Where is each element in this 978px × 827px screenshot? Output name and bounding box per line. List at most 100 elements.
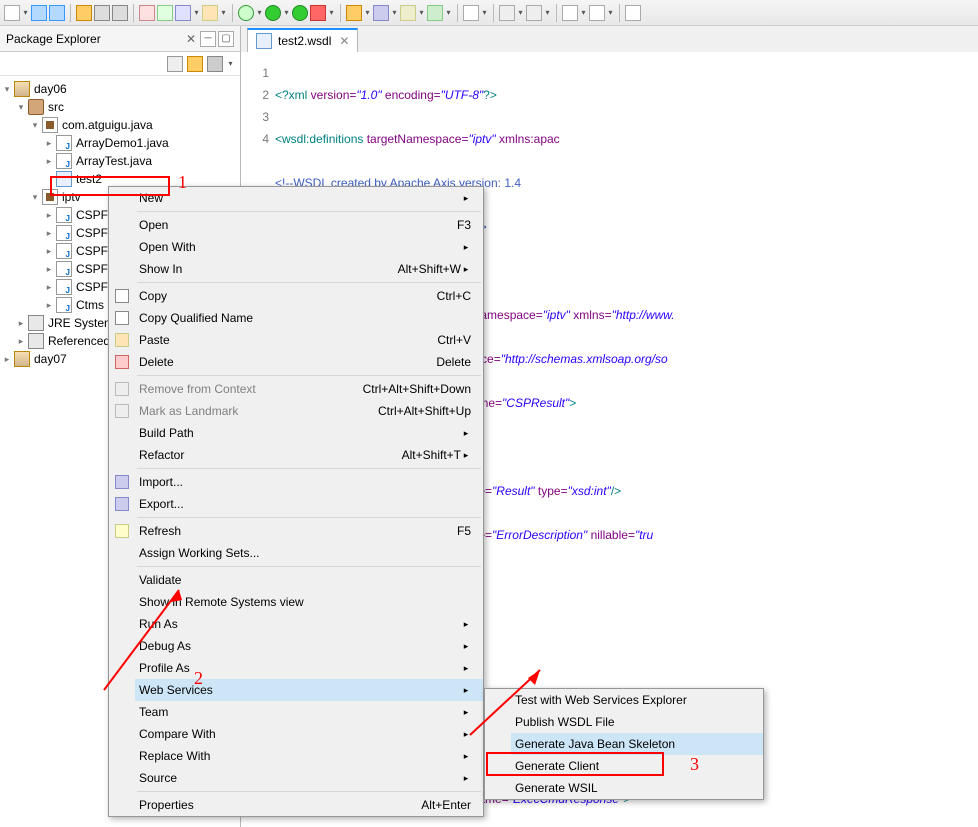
view-menu-icon[interactable]: ▾ xyxy=(227,56,234,72)
landmark-icon xyxy=(115,404,129,418)
tool-icon[interactable] xyxy=(400,5,416,21)
web-services-submenu: Test with Web Services Explorer Publish … xyxy=(484,688,764,800)
run-icon[interactable] xyxy=(265,5,281,21)
view-toolbar: ▾ xyxy=(0,52,240,76)
menu-assign-ws[interactable]: Assign Working Sets... xyxy=(109,542,483,564)
menu-profile-as[interactable]: Profile As▸ xyxy=(109,657,483,679)
menu-source[interactable]: Source▸ xyxy=(109,767,483,789)
minimize-icon[interactable]: ─ xyxy=(200,31,216,47)
menu-remove-context: Remove from ContextCtrl+Alt+Shift+Down xyxy=(109,378,483,400)
menu-open[interactable]: OpenF3 xyxy=(109,214,483,236)
back-icon[interactable] xyxy=(562,5,578,21)
menu-show-in[interactable]: Show InAlt+Shift+W▸ xyxy=(109,258,483,280)
tool-icon[interactable] xyxy=(76,5,92,21)
annotation-label-1: 1 xyxy=(178,172,187,193)
package-node[interactable]: ▾com.atguigu.java xyxy=(0,116,240,134)
menu-refresh[interactable]: RefreshF5 xyxy=(109,520,483,542)
menu-show-rsv[interactable]: Show in Remote Systems view xyxy=(109,591,483,613)
close-tab-icon[interactable]: ✕ xyxy=(335,34,349,48)
annotation-label-2: 2 xyxy=(194,668,203,689)
link-editor-icon[interactable] xyxy=(187,56,203,72)
stop-icon[interactable] xyxy=(310,5,326,21)
menu-import[interactable]: Import... xyxy=(109,471,483,493)
collapse-all-icon[interactable] xyxy=(167,56,183,72)
menu-replace[interactable]: Replace With▸ xyxy=(109,745,483,767)
submenu-publish-wsdl[interactable]: Publish WSDL File xyxy=(485,711,763,733)
tool-icon[interactable] xyxy=(526,5,542,21)
menu-run-as[interactable]: Run As▸ xyxy=(109,613,483,635)
annotation-label-3: 3 xyxy=(690,754,699,775)
menu-mark-landmark: Mark as LandmarkCtrl+Alt+Shift+Up xyxy=(109,400,483,422)
menu-properties[interactable]: PropertiesAlt+Enter xyxy=(109,794,483,816)
submenu-gen-wsil[interactable]: Generate WSIL xyxy=(485,777,763,799)
import-icon xyxy=(115,475,129,489)
tool-icon[interactable] xyxy=(427,5,443,21)
menu-paste[interactable]: PasteCtrl+V xyxy=(109,329,483,351)
menu-export[interactable]: Export... xyxy=(109,493,483,515)
tool-icon[interactable] xyxy=(373,5,389,21)
dropdown-icon[interactable]: ▾ xyxy=(607,5,614,21)
submenu-gen-client[interactable]: Generate Client xyxy=(485,755,763,777)
debug-icon[interactable] xyxy=(238,5,254,21)
submenu-test-ws[interactable]: Test with Web Services Explorer xyxy=(485,689,763,711)
editor-tab[interactable]: test2.wsdl ✕ xyxy=(247,28,358,52)
save-icon[interactable] xyxy=(31,5,47,21)
dropdown-icon[interactable]: ▾ xyxy=(517,5,524,21)
menu-debug-as[interactable]: Debug As▸ xyxy=(109,635,483,657)
menu-open-with[interactable]: Open With▸ xyxy=(109,236,483,258)
tool-icon[interactable] xyxy=(202,5,218,21)
tool-icon[interactable] xyxy=(175,5,191,21)
new-icon[interactable] xyxy=(4,5,20,21)
menu-new[interactable]: New▸ xyxy=(109,187,483,209)
run-last-icon[interactable] xyxy=(292,5,308,21)
menu-team[interactable]: Team▸ xyxy=(109,701,483,723)
tool-icon[interactable] xyxy=(157,5,173,21)
tool-icon[interactable] xyxy=(94,5,110,21)
dropdown-icon[interactable]: ▾ xyxy=(193,5,200,21)
dropdown-icon[interactable]: ▾ xyxy=(544,5,551,21)
submenu-gen-skeleton[interactable]: Generate Java Bean Skeleton xyxy=(485,733,763,755)
menu-copy-qname[interactable]: Copy Qualified Name xyxy=(109,307,483,329)
menu-build-path[interactable]: Build Path▸ xyxy=(109,422,483,444)
view-header: Package Explorer ✕ ─ ▢ xyxy=(0,26,240,52)
tool-icon[interactable] xyxy=(112,5,128,21)
menu-refactor[interactable]: RefactorAlt+Shift+T▸ xyxy=(109,444,483,466)
dropdown-icon[interactable]: ▾ xyxy=(256,5,263,21)
view-title: Package Explorer xyxy=(6,32,182,46)
export-icon xyxy=(115,497,129,511)
pin-icon[interactable] xyxy=(625,5,641,21)
close-icon[interactable]: ✕ xyxy=(182,32,200,46)
focus-task-icon[interactable] xyxy=(207,56,223,72)
copy-icon xyxy=(115,311,129,325)
menu-copy[interactable]: CopyCtrl+C xyxy=(109,285,483,307)
dropdown-icon[interactable]: ▾ xyxy=(391,5,398,21)
copy-icon xyxy=(115,289,129,303)
context-menu: New▸ OpenF3 Open With▸ Show InAlt+Shift+… xyxy=(108,186,484,817)
src-node[interactable]: ▾src xyxy=(0,98,240,116)
forward-icon[interactable] xyxy=(589,5,605,21)
dropdown-icon[interactable]: ▾ xyxy=(283,5,290,21)
search-icon[interactable] xyxy=(463,5,479,21)
dropdown-icon[interactable]: ▾ xyxy=(364,5,371,21)
dropdown-icon[interactable]: ▾ xyxy=(328,5,335,21)
tool-icon[interactable] xyxy=(139,5,155,21)
project-node[interactable]: ▾day06 xyxy=(0,80,240,98)
new-server-icon[interactable] xyxy=(346,5,362,21)
menu-delete[interactable]: DeleteDelete xyxy=(109,351,483,373)
dropdown-icon[interactable]: ▾ xyxy=(445,5,452,21)
java-file[interactable]: ▸ArrayDemo1.java xyxy=(0,134,240,152)
java-file[interactable]: ▸ArrayTest.java xyxy=(0,152,240,170)
context-icon xyxy=(115,382,129,396)
editor-tabbar: test2.wsdl ✕ xyxy=(241,26,978,52)
dropdown-icon[interactable]: ▾ xyxy=(481,5,488,21)
maximize-icon[interactable]: ▢ xyxy=(218,31,234,47)
menu-compare[interactable]: Compare With▸ xyxy=(109,723,483,745)
save-all-icon[interactable] xyxy=(49,5,65,21)
menu-web-services[interactable]: Web Services▸ xyxy=(109,679,483,701)
menu-validate[interactable]: Validate xyxy=(109,569,483,591)
dropdown-icon[interactable]: ▾ xyxy=(418,5,425,21)
dropdown-icon[interactable]: ▾ xyxy=(580,5,587,21)
tool-icon[interactable] xyxy=(499,5,515,21)
dropdown-icon[interactable]: ▾ xyxy=(22,5,29,21)
dropdown-icon[interactable]: ▾ xyxy=(220,5,227,21)
